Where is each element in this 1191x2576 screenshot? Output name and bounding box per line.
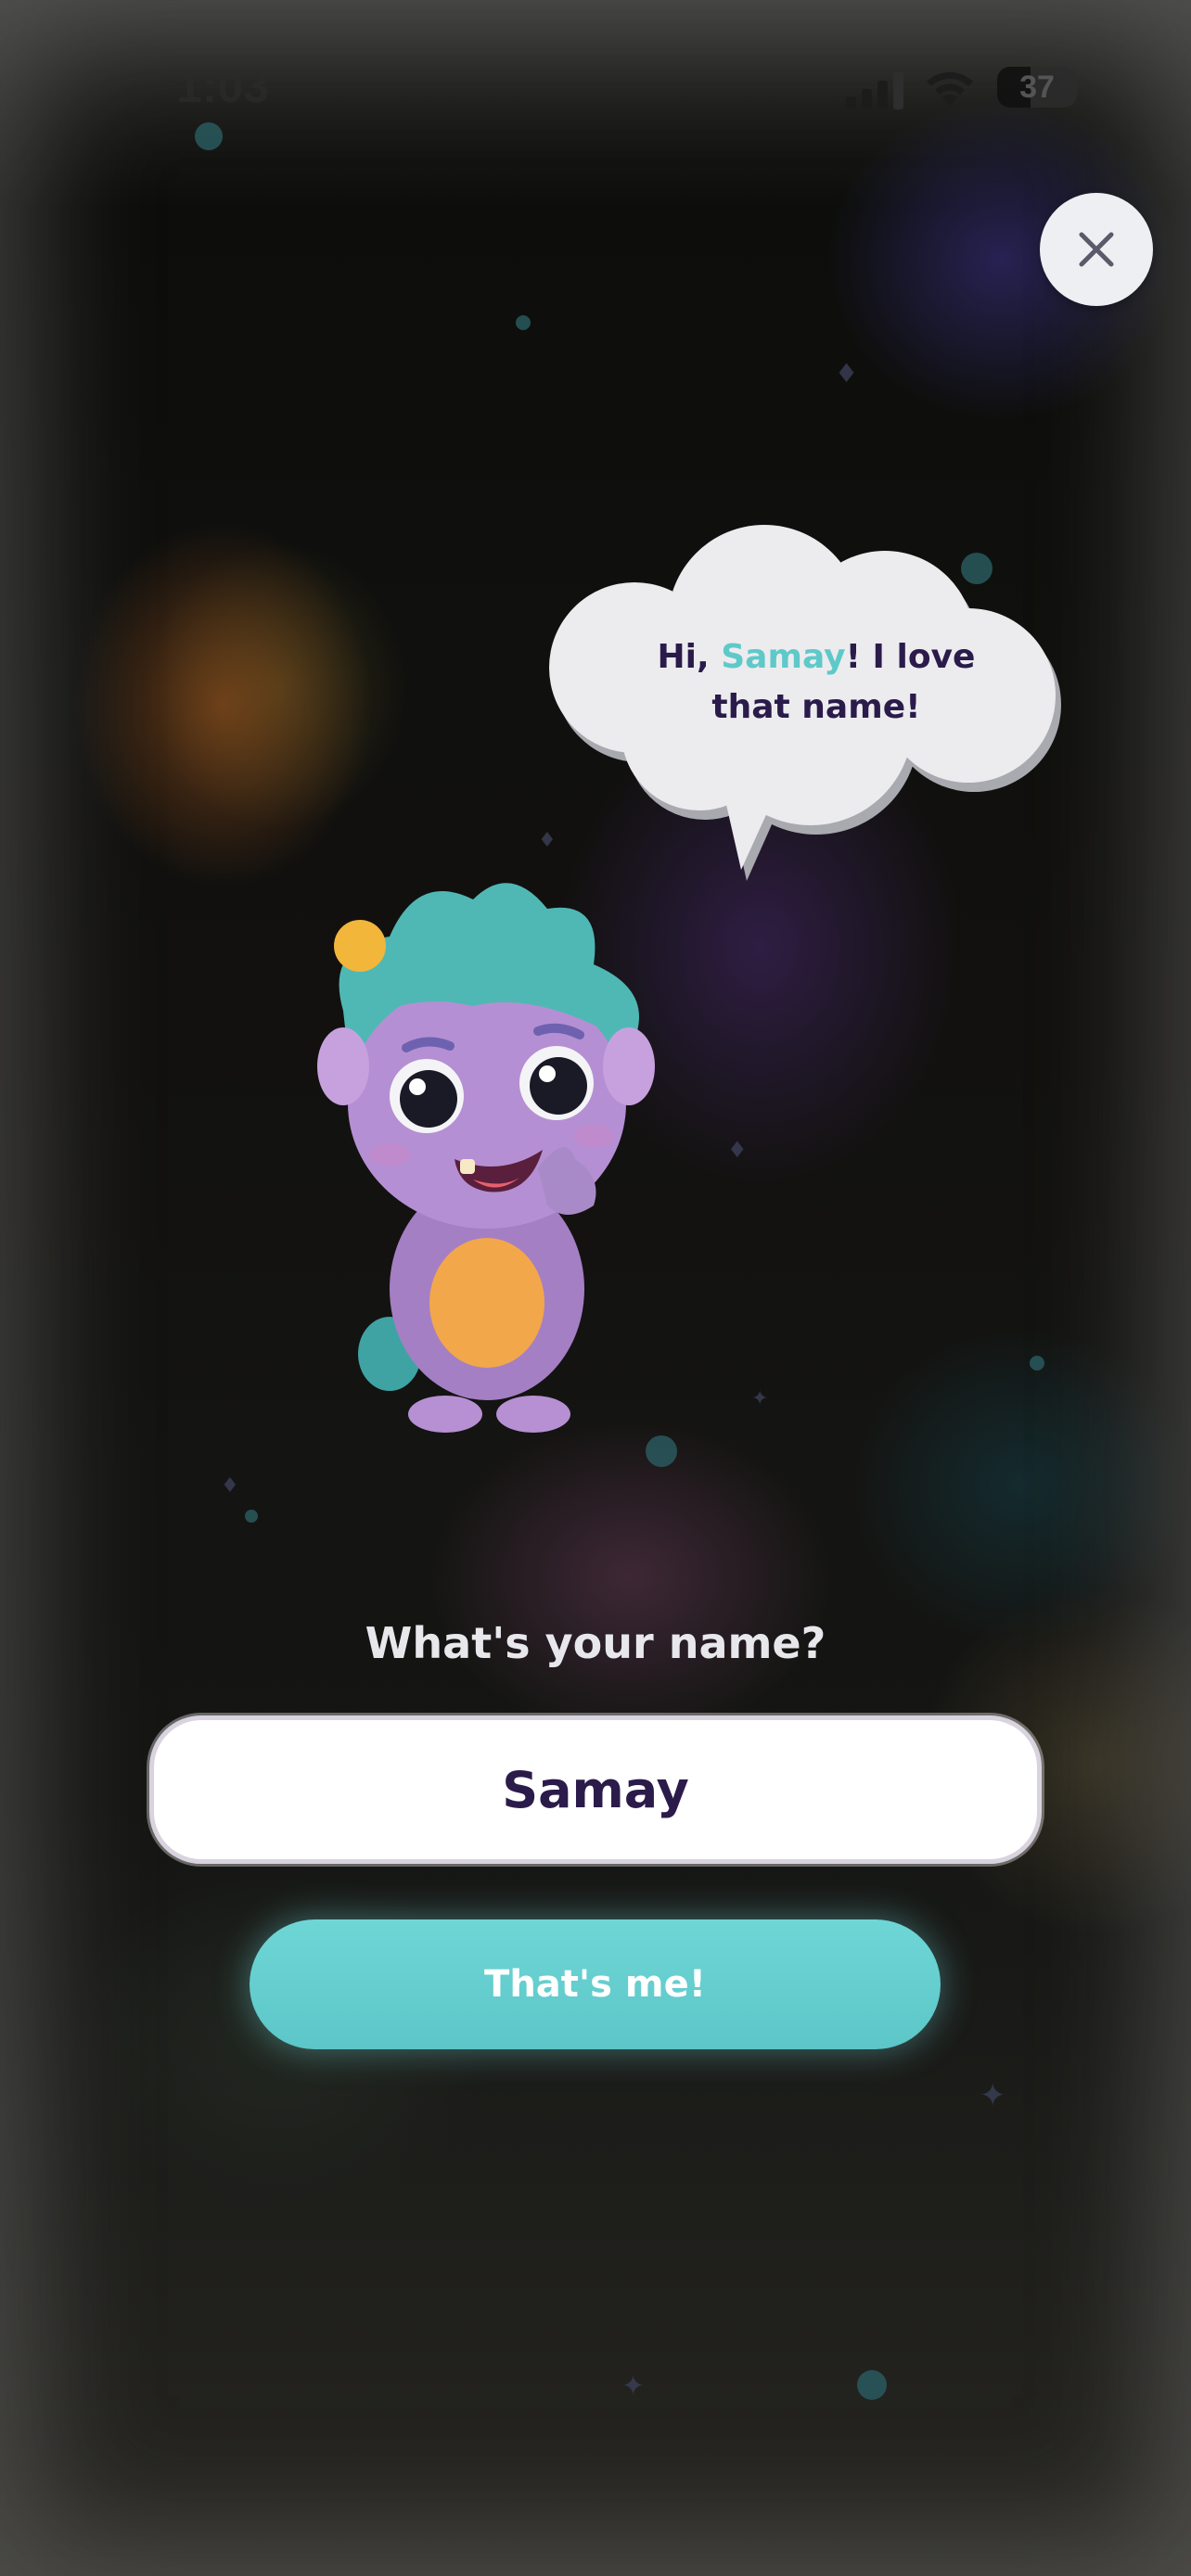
- onboarding-screen: ♦ ♦ ♦ ✦ ✦ ✦ ♦ 1:03 37 Hi, Samay! I love …: [0, 0, 1191, 2576]
- bubble-name: Samay: [721, 638, 846, 676]
- sparkle-star-icon: ✦: [751, 1387, 769, 1410]
- name-question: What's your name?: [365, 1618, 826, 1668]
- sparkle-dot: [516, 315, 531, 330]
- sparkle-dot: [1030, 1356, 1044, 1371]
- close-icon: [1079, 232, 1114, 267]
- thats-me-button[interactable]: That's me!: [250, 1919, 941, 2049]
- sparkle-dot: [195, 122, 223, 150]
- close-button[interactable]: [1040, 193, 1153, 306]
- battery-level: 37: [1019, 70, 1055, 105]
- sparkle-star-icon: ♦: [835, 358, 859, 389]
- bubble-line1-end: ! I love: [845, 638, 976, 676]
- bubble-line2: that name!: [711, 688, 921, 726]
- battery-indicator: 37: [997, 67, 1077, 108]
- wifi-icon: [927, 71, 973, 106]
- cellular-signal-icon: [846, 72, 903, 109]
- sparkle-star-icon: ♦: [727, 1137, 748, 1163]
- sparkle-star-icon: ♦: [221, 1474, 239, 1498]
- bubble-greeting: Hi,: [657, 638, 722, 676]
- sparkle-star-icon: ✦: [621, 2370, 646, 2403]
- name-input[interactable]: [154, 1719, 1037, 1860]
- purple-monster-mascot: [317, 883, 655, 1433]
- name-field[interactable]: [149, 1715, 1042, 1864]
- sparkle-dot: [857, 2370, 887, 2400]
- sparkle-star-icon: ✦: [980, 2077, 1006, 2114]
- status-time: 1:03: [176, 60, 270, 112]
- bubble-message: Hi, Samay! I love that name!: [612, 632, 1020, 733]
- sparkle-dot: [245, 1510, 258, 1523]
- status-bar: 1:03 37: [0, 57, 1191, 113]
